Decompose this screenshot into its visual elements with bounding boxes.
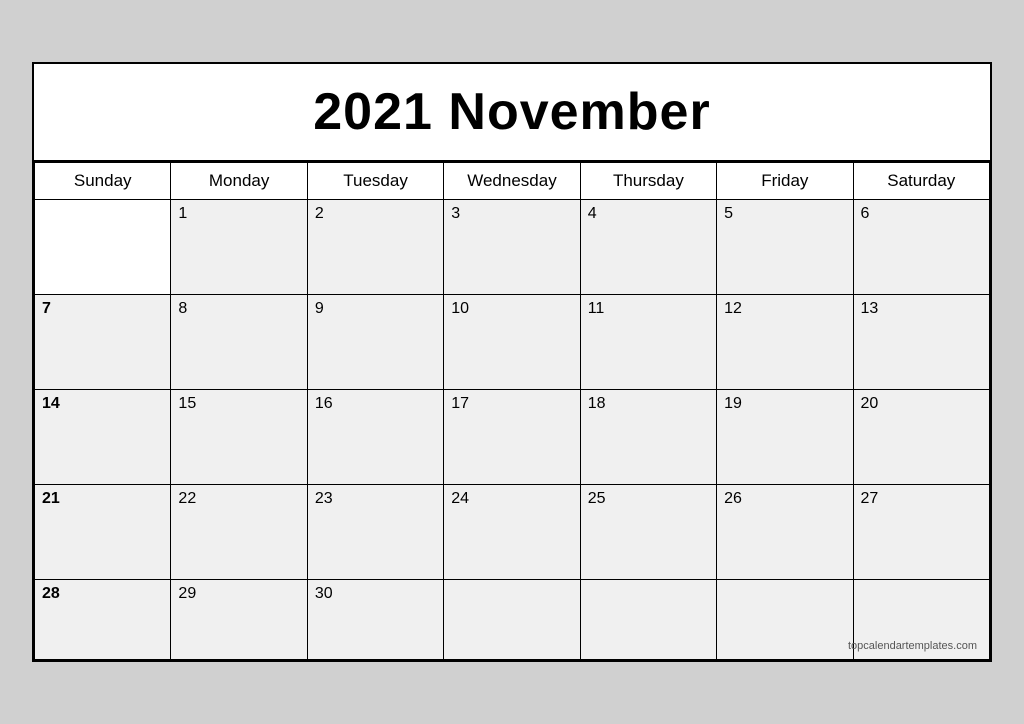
day-number: 5 — [724, 205, 733, 222]
calendar-day-cell: 25 — [580, 485, 716, 580]
calendar-day-cell: 3 — [444, 200, 580, 295]
calendar-week-row: 21 22 23 24 25 26 27 — [35, 485, 990, 580]
calendar-day-cell: 4 — [580, 200, 716, 295]
calendar-grid: SundayMondayTuesdayWednesdayThursdayFrid… — [34, 162, 990, 660]
day-number: 28 — [42, 585, 60, 602]
day-number: 18 — [588, 395, 606, 412]
calendar-day-cell: 29 — [171, 580, 307, 660]
calendar-day-cell: 7 — [35, 295, 171, 390]
calendar-title: 2021 November — [34, 64, 990, 162]
calendar-day-cell: 16 — [307, 390, 443, 485]
calendar-day-cell — [35, 200, 171, 295]
days-of-week-row: SundayMondayTuesdayWednesdayThursdayFrid… — [35, 163, 990, 200]
calendar-day-cell: 17 — [444, 390, 580, 485]
calendar-day-cell: 6 — [853, 200, 989, 295]
calendar-day-cell: 11 — [580, 295, 716, 390]
day-of-week-header: Tuesday — [307, 163, 443, 200]
calendar-day-cell: 30 — [307, 580, 443, 660]
day-number: 26 — [724, 490, 742, 507]
day-number: 10 — [451, 300, 469, 317]
day-number: 9 — [315, 300, 324, 317]
day-number: 29 — [178, 585, 196, 602]
calendar-day-cell: 18 — [580, 390, 716, 485]
day-number: 19 — [724, 395, 742, 412]
calendar-day-cell: 5 — [717, 200, 853, 295]
calendar-day-cell: 14 — [35, 390, 171, 485]
calendar-day-cell: 2 — [307, 200, 443, 295]
day-of-week-header: Sunday — [35, 163, 171, 200]
day-number: 20 — [861, 395, 879, 412]
day-of-week-header: Wednesday — [444, 163, 580, 200]
day-number: 2 — [315, 205, 324, 222]
day-number: 3 — [451, 205, 460, 222]
calendar-day-cell: 23 — [307, 485, 443, 580]
day-number: 14 — [42, 395, 60, 412]
calendar-day-cell: 1 — [171, 200, 307, 295]
day-number: 15 — [178, 395, 196, 412]
calendar-week-row: 14 15 16 17 18 19 20 — [35, 390, 990, 485]
day-of-week-header: Saturday — [853, 163, 989, 200]
day-number: 24 — [451, 490, 469, 507]
calendar-day-cell: 19 — [717, 390, 853, 485]
calendar-day-cell: 27 — [853, 485, 989, 580]
day-number: 16 — [315, 395, 333, 412]
day-number: 7 — [42, 300, 51, 317]
watermark: topcalendartemplates.com — [848, 637, 983, 655]
calendar-day-cell — [717, 580, 853, 660]
day-number: 23 — [315, 490, 333, 507]
calendar-day-cell — [580, 580, 716, 660]
day-number: 30 — [315, 585, 333, 602]
day-number: 17 — [451, 395, 469, 412]
day-number: 13 — [861, 300, 879, 317]
day-number: 1 — [178, 205, 187, 222]
day-of-week-header: Friday — [717, 163, 853, 200]
day-number: 6 — [861, 205, 870, 222]
calendar-day-cell: 22 — [171, 485, 307, 580]
calendar-day-cell: 20 — [853, 390, 989, 485]
calendar-day-cell: 12 — [717, 295, 853, 390]
calendar-day-cell: 26 — [717, 485, 853, 580]
calendar-day-cell: 24 — [444, 485, 580, 580]
day-number: 27 — [861, 490, 879, 507]
day-number: 25 — [588, 490, 606, 507]
day-number: 22 — [178, 490, 196, 507]
calendar-week-row: 28 29 30 topcalendartemplates.com — [35, 580, 990, 660]
calendar-day-cell: 9 — [307, 295, 443, 390]
calendar-container: 2021 November SundayMondayTuesdayWednesd… — [32, 62, 992, 662]
day-number: 4 — [588, 205, 597, 222]
day-of-week-header: Thursday — [580, 163, 716, 200]
calendar-day-cell: 15 — [171, 390, 307, 485]
day-number: 21 — [42, 490, 60, 507]
day-number: 11 — [588, 300, 605, 317]
calendar-day-cell: 21 — [35, 485, 171, 580]
day-of-week-header: Monday — [171, 163, 307, 200]
calendar-day-cell: 28 — [35, 580, 171, 660]
calendar-week-row: 1 2 3 4 5 6 — [35, 200, 990, 295]
calendar-day-cell: 13 — [853, 295, 989, 390]
calendar-day-cell: topcalendartemplates.com — [853, 580, 989, 660]
calendar-day-cell — [444, 580, 580, 660]
calendar-day-cell: 8 — [171, 295, 307, 390]
calendar-week-row: 7 8 9 10 11 12 13 — [35, 295, 990, 390]
day-number: 12 — [724, 300, 742, 317]
calendar-day-cell: 10 — [444, 295, 580, 390]
day-number: 8 — [178, 300, 187, 317]
